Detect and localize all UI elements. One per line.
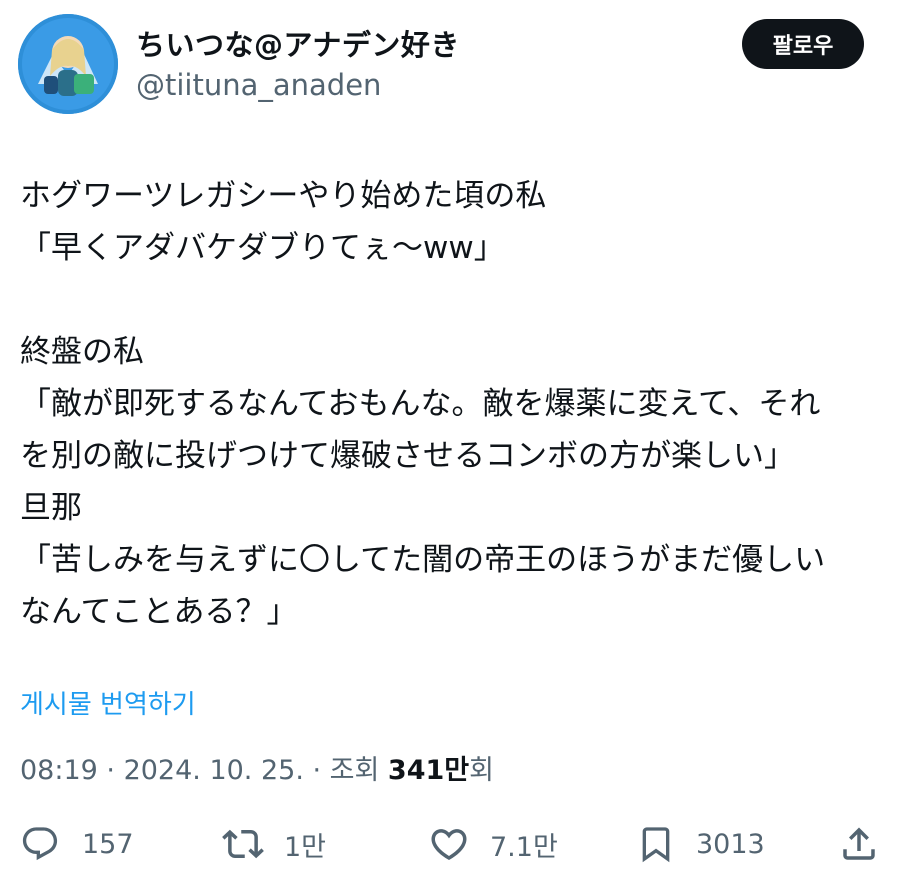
- tweet-line: 「苦しみを与えずに〇してた闇の帝王のほうがまだ優しい: [20, 542, 826, 578]
- like-count: 7.1만: [490, 831, 558, 863]
- bookmark-icon: [642, 827, 670, 863]
- meta-separator: ·: [97, 755, 124, 786]
- tweet-line: を別の敵に投げつけて爆破させるコンボの方が楽しい」: [20, 438, 795, 474]
- retweet-icon: [222, 829, 264, 859]
- heart-icon: [431, 829, 467, 861]
- like-button[interactable]: 7.1만: [428, 814, 558, 874]
- avatar[interactable]: [18, 14, 118, 114]
- meta-separator: ·: [303, 755, 330, 786]
- tweet-date[interactable]: 2024. 10. 25.: [124, 755, 304, 786]
- author-handle[interactable]: @tiituna_anaden: [136, 68, 381, 102]
- tweet-text: ホグワーツレガシーやり始めた頃の私 「早くアダバケダブりてぇ～ww」 終盤の私 …: [20, 170, 880, 638]
- tweet-line: 「早くアダバケダブりてぇ～ww」: [20, 230, 505, 266]
- retweet-button[interactable]: 1만: [222, 814, 326, 874]
- retweet-count: 1만: [284, 831, 327, 863]
- tweet-line: 終盤の私: [20, 334, 144, 370]
- author-display-name[interactable]: ちいつな@アナデン好き: [136, 22, 460, 64]
- action-bar: 157 1만 7.1만 3013: [0, 814, 900, 874]
- tweet-line: なんてことある？」: [20, 594, 298, 630]
- reply-icon: [22, 827, 58, 861]
- views-prefix: 조회: [329, 755, 388, 786]
- tweet-line: 「敵が即死するなんておもんな。敵を爆薬に変えて、それ: [20, 386, 821, 422]
- tweet-line: [20, 274, 880, 326]
- tweet-meta: 08:19 · 2024. 10. 25. · 조회 341만회: [20, 748, 494, 787]
- reply-count: 157: [82, 828, 134, 860]
- translate-post-link[interactable]: 게시물 번역하기: [20, 684, 196, 721]
- tweet-line: 旦那: [20, 490, 82, 526]
- avatar-image: [18, 14, 118, 114]
- bookmark-button[interactable]: 3013: [636, 814, 765, 874]
- share-icon: [843, 827, 875, 860]
- follow-button[interactable]: 팔로우: [742, 19, 864, 69]
- views-count: 341만: [387, 755, 470, 786]
- tweet-time[interactable]: 08:19: [20, 755, 98, 786]
- views-suffix: 회: [469, 755, 494, 786]
- bookmark-count: 3013: [696, 828, 765, 860]
- tweet-line: ホグワーツレガシーやり始めた頃の私: [20, 178, 547, 214]
- share-button[interactable]: [838, 814, 880, 874]
- reply-button[interactable]: 157: [20, 814, 134, 874]
